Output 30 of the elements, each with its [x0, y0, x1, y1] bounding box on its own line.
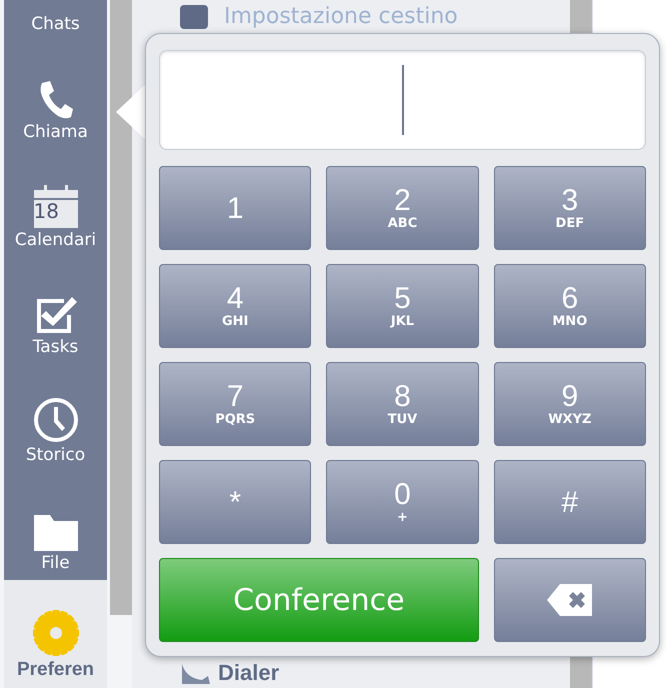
- list-item[interactable]: Impostazione cestino: [224, 0, 458, 33]
- dial-key[interactable]: 3 DEF: [494, 166, 646, 250]
- dial-key[interactable]: 4 GHI: [159, 264, 312, 348]
- clock-icon: [32, 397, 78, 444]
- dial-key[interactable]: #: [494, 460, 646, 544]
- dial-key[interactable]: 5 JKL: [326, 264, 479, 348]
- dial-key[interactable]: *: [159, 460, 312, 544]
- sidebar-item[interactable]: Tasks: [4, 257, 107, 365]
- sidebar-item[interactable]: Chiama: [4, 42, 107, 150]
- backspace-button[interactable]: [494, 558, 646, 642]
- sidebar-item[interactable]: Storico: [4, 364, 107, 473]
- backspace-icon: [546, 583, 594, 617]
- dial-key[interactable]: 2 ABC: [326, 166, 479, 250]
- list-item[interactable]: Dialer: [218, 662, 280, 684]
- sidebar-item[interactable]: Preferen: [4, 580, 107, 688]
- sidebar-item[interactable]: File: [4, 472, 107, 580]
- scrollbar[interactable]: [110, 0, 132, 615]
- dial-key[interactable]: 6 MNO: [494, 264, 646, 348]
- dial-key[interactable]: 1: [159, 166, 312, 250]
- square-icon: [180, 4, 208, 28]
- dial-key[interactable]: 9 WXYZ: [494, 362, 646, 446]
- conference-button[interactable]: Conference: [159, 558, 479, 642]
- sidebar-item[interactable]: 18 Calendari: [4, 149, 107, 258]
- dial-key[interactable]: 0 +: [326, 460, 479, 544]
- dial-key[interactable]: 8 TUV: [326, 362, 479, 446]
- gear-icon: [32, 610, 78, 656]
- sidebar-item[interactable]: Chats: [4, 0, 107, 42]
- folder-icon: [34, 514, 78, 551]
- dial-key[interactable]: 7 PQRS: [159, 362, 312, 446]
- number-field[interactable]: [159, 50, 646, 150]
